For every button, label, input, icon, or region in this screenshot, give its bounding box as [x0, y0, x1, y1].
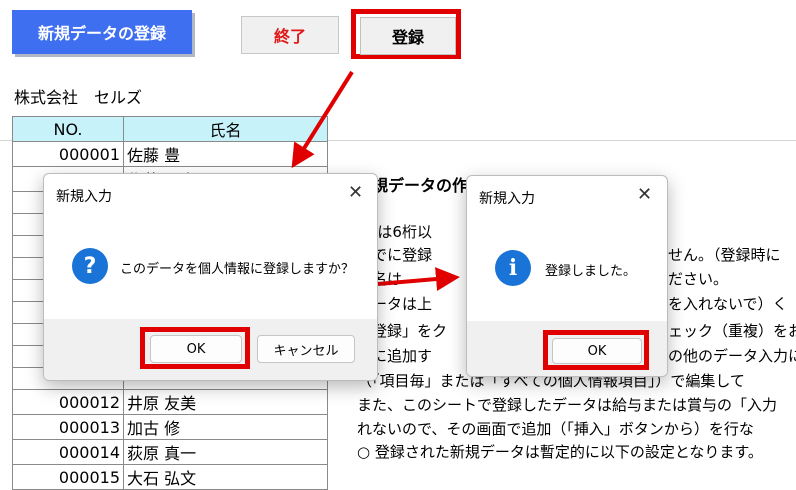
dialog-title: 新規入力 [479, 191, 535, 207]
cancel-button[interactable]: キャンセル [257, 335, 355, 363]
arrow-register-to-confirm [291, 70, 354, 169]
confirm-dialog: 新規入力 ✕ ? このデータを個人情報に登録しますか？ OK キャンセル [43, 173, 378, 381]
done-dialog: 新規入力 ✕ i 登録しました。 OK [466, 175, 668, 377]
cell-no[interactable]: 000015 [12, 464, 124, 490]
dialog-title: 新規入力 [56, 189, 112, 205]
arrow-confirm-to-done [377, 267, 460, 291]
info-icon: i [495, 250, 531, 286]
dialog-message: 登録しました。 [545, 264, 637, 279]
table-row: 000015 大石 弘文 [12, 464, 328, 490]
dialog-message: このデータを個人情報に登録しますか？ [120, 262, 355, 277]
close-icon[interactable]: ✕ [348, 182, 363, 203]
ok-button[interactable]: OK [552, 338, 642, 364]
close-icon[interactable]: ✕ [637, 184, 652, 205]
cell-name[interactable]: 大石 弘文 [123, 464, 328, 490]
question-icon: ? [72, 248, 108, 284]
ok-button[interactable]: OK [150, 335, 242, 363]
